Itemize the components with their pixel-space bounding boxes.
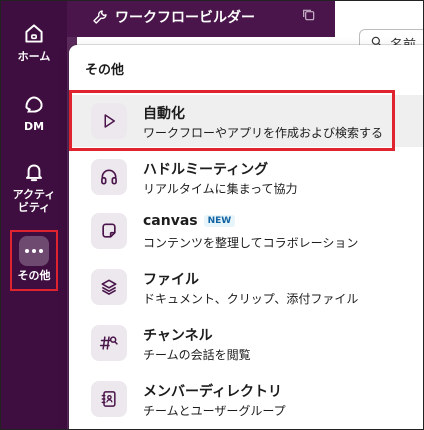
menu-item-name: canvas NEW <box>143 213 236 229</box>
menu-item-desc: チームとユーザーグループ <box>143 404 286 418</box>
menu-item-desc: コンテンツを整理してコラボレーション <box>143 236 359 250</box>
menu-item-name: メンバーディレクトリ <box>143 384 283 400</box>
rail-home[interactable]: ホーム <box>1 21 67 63</box>
rail-dm[interactable]: DM <box>1 91 67 133</box>
menu-item-files[interactable]: ファイル ドキュメント、クリップ、添付ファイル <box>69 261 423 313</box>
menu-item-name: ファイル <box>143 272 199 288</box>
channel-search-icon <box>91 325 127 361</box>
rail-activity[interactable]: アクティ ビティ <box>1 159 67 214</box>
more-menu-popup: その他 自動化 ワークフローやアプリを作成および検索する ハドルミーティング リ… <box>69 45 423 429</box>
menu-item-huddles[interactable]: ハドルミーティング リアルタイムに集まって協力 <box>69 151 423 203</box>
app-window: ホーム DM アクティ ビティ その他 ワークフロービルダー その他 自動化 ワ… <box>0 0 424 430</box>
rail-activity-label-1: アクティ <box>12 188 56 201</box>
menu-title: その他 <box>85 63 125 78</box>
headphones-icon <box>91 159 127 195</box>
home-icon <box>25 24 43 43</box>
wrench-icon <box>93 10 107 24</box>
menu-item-channels[interactable]: チャンネル チームの会話を閲覧 <box>69 317 423 369</box>
canvas-icon <box>91 213 127 249</box>
bell-icon <box>25 164 43 182</box>
automation-highlight <box>69 90 395 151</box>
more-dots-icon <box>19 236 49 266</box>
menu-item-desc: チームの会話を閲覧 <box>143 348 251 362</box>
new-badge: NEW <box>203 215 236 227</box>
rail-more-label: その他 <box>17 269 51 282</box>
rail-home-label: ホーム <box>17 50 51 63</box>
menu-item-name: ハドルミーティング <box>143 162 269 178</box>
left-rail: ホーム DM アクティ ビティ その他 <box>1 1 67 429</box>
dm-icon <box>25 96 43 113</box>
menu-item-name: チャンネル <box>143 328 213 344</box>
menu-item-desc: ドキュメント、クリップ、添付ファイル <box>143 292 359 306</box>
canvas-name: canvas <box>143 213 198 229</box>
menu-item-desc: リアルタイムに集まって協力 <box>143 182 298 196</box>
rail-activity-label-2: ビティ <box>17 201 51 214</box>
rail-more[interactable]: その他 <box>1 230 67 282</box>
copy-icon[interactable] <box>301 7 317 23</box>
menu-item-canvas[interactable]: canvas NEW コンテンツを整理してコラボレーション <box>69 205 423 257</box>
menu-item-member-directory[interactable]: メンバーディレクトリ チームとユーザーグループ <box>69 373 423 425</box>
header-title[interactable]: ワークフロービルダー <box>115 7 255 27</box>
contact-book-icon <box>91 381 127 417</box>
rail-dm-label: DM <box>23 120 45 133</box>
layers-icon <box>91 269 127 305</box>
